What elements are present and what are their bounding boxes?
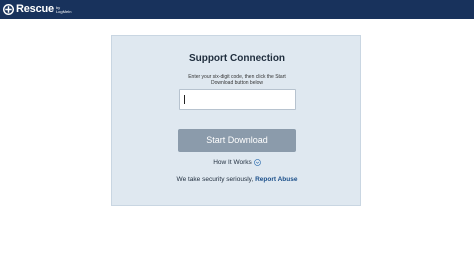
brand-sub: by LogMeIn [55, 5, 72, 14]
support-connection-card: Support Connection Enter your six-digit … [111, 35, 361, 206]
code-input[interactable] [179, 89, 296, 110]
instructions-text: Enter your six-digit code, then click th… [188, 74, 286, 86]
page-title: Support Connection [188, 53, 286, 64]
start-download-button[interactable]: Start Download [178, 129, 296, 152]
report-abuse-link[interactable]: Report Abuse [255, 176, 297, 183]
security-note: We take security seriously, Report Abuse [112, 176, 362, 183]
how-it-works-link[interactable]: How It Works [112, 159, 362, 166]
rescue-logo-icon [3, 4, 14, 15]
brand-name: Rescue [16, 3, 54, 15]
security-text: We take security seriously, [176, 176, 254, 183]
top-bar: Rescue by LogMeIn [0, 0, 474, 19]
chevron-circle-down-icon [253, 159, 261, 166]
brand-sub-bottom: LogMeIn [55, 8, 72, 14]
rescue-logo[interactable]: Rescue by LogMeIn [3, 2, 72, 17]
text-cursor [184, 95, 185, 104]
how-it-works-label: How It Works [213, 159, 252, 166]
